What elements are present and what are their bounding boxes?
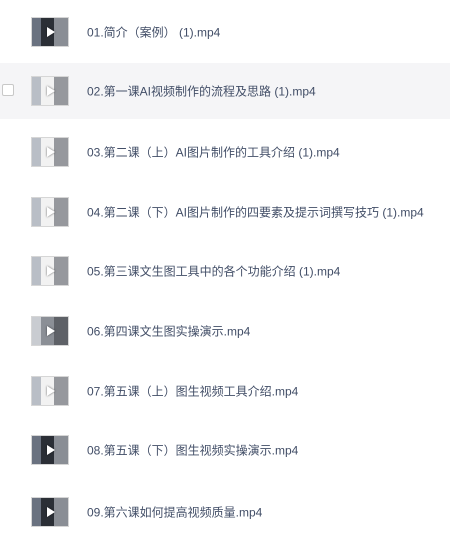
- video-thumbnail-icon[interactable]: [31, 316, 69, 346]
- file-row[interactable]: 01.简介（案例） (1).mp4: [0, 4, 450, 60]
- video-thumbnail-icon[interactable]: [31, 376, 69, 406]
- video-thumbnail-icon[interactable]: [31, 197, 69, 227]
- file-row[interactable]: 09.第六课如何提高视频质量.mp4: [0, 484, 450, 540]
- play-icon: [47, 266, 55, 276]
- file-row[interactable]: 02.第一课AI视频制作的流程及思路 (1).mp4: [0, 63, 450, 119]
- play-icon: [47, 147, 55, 157]
- file-row[interactable]: 06.第四课文生图实操演示.mp4: [0, 303, 450, 359]
- play-icon: [47, 86, 55, 96]
- file-name[interactable]: 04.第二课（下）AI图片制作的四要素及提示词撰写技巧 (1).mp4: [87, 204, 424, 221]
- file-name[interactable]: 02.第一课AI视频制作的流程及思路 (1).mp4: [87, 83, 316, 100]
- video-thumbnail-icon[interactable]: [31, 256, 69, 286]
- file-name[interactable]: 03.第二课（上）AI图片制作的工具介绍 (1).mp4: [87, 144, 340, 161]
- file-name[interactable]: 05.第三课文生图工具中的各个功能介绍 (1).mp4: [87, 263, 340, 280]
- play-icon: [47, 326, 55, 336]
- file-row[interactable]: 04.第二课（下）AI图片制作的四要素及提示词撰写技巧 (1).mp4: [0, 184, 450, 240]
- file-row[interactable]: 07.第五课（上）图生视频工具介绍.mp4: [0, 363, 450, 419]
- file-row[interactable]: 05.第三课文生图工具中的各个功能介绍 (1).mp4: [0, 243, 450, 299]
- row-checkbox[interactable]: [2, 84, 14, 96]
- play-icon: [47, 207, 55, 217]
- video-thumbnail-icon[interactable]: [31, 17, 69, 47]
- file-row[interactable]: 03.第二课（上）AI图片制作的工具介绍 (1).mp4: [0, 124, 450, 180]
- file-list: 01.简介（案例） (1).mp4 02.第一课AI视频制作的流程及思路 (1).…: [0, 0, 450, 531]
- file-name[interactable]: 08.第五课（下）图生视频实操演示.mp4: [87, 442, 298, 459]
- play-icon: [47, 445, 55, 455]
- file-name[interactable]: 06.第四课文生图实操演示.mp4: [87, 323, 250, 340]
- video-thumbnail-icon[interactable]: [31, 76, 69, 106]
- play-icon: [47, 386, 55, 396]
- file-name[interactable]: 07.第五课（上）图生视频工具介绍.mp4: [87, 383, 298, 400]
- file-name[interactable]: 01.简介（案例） (1).mp4: [87, 24, 220, 41]
- video-thumbnail-icon[interactable]: [31, 435, 69, 465]
- file-name[interactable]: 09.第六课如何提高视频质量.mp4: [87, 504, 262, 521]
- video-thumbnail-icon[interactable]: [31, 497, 69, 527]
- play-icon: [47, 507, 55, 517]
- file-row[interactable]: 08.第五课（下）图生视频实操演示.mp4: [0, 422, 450, 478]
- video-thumbnail-icon[interactable]: [31, 137, 69, 167]
- play-icon: [47, 27, 55, 37]
